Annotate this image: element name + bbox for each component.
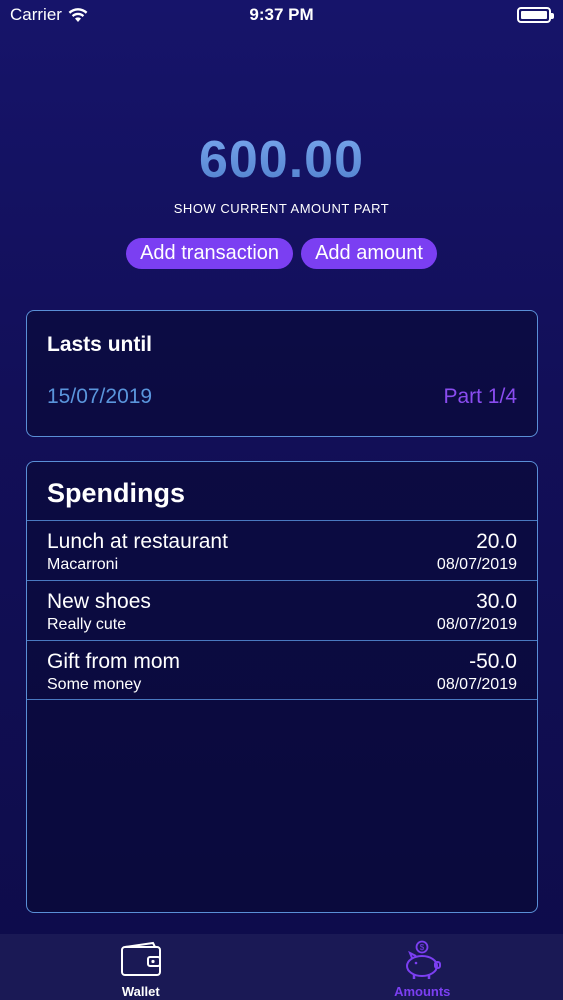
list-item[interactable]: Gift from mom Some money -50.0 08/07/201… (27, 640, 537, 700)
svg-text:$: $ (420, 943, 425, 952)
spending-note: Really cute (47, 616, 127, 633)
spendings-card: Spendings Lunch at restaurant Macarroni … (26, 461, 538, 913)
lasts-until-card: Lasts until 15/07/2019 Part 1/4 (26, 310, 538, 437)
spendings-list: Lunch at restaurant Macarroni 20.0 08/07… (27, 520, 537, 700)
spending-name: Gift from mom (47, 650, 181, 673)
spending-date: 08/07/2019 (436, 676, 517, 693)
spending-name: New shoes (47, 590, 151, 613)
spending-amount: 20.0 (476, 530, 517, 553)
tab-amounts-label: Amounts (394, 984, 451, 999)
spending-date: 08/07/2019 (436, 556, 517, 573)
tab-wallet[interactable]: Wallet (0, 934, 282, 1000)
lasts-until-date: 15/07/2019 (47, 385, 153, 408)
spending-note: Some money (47, 676, 142, 693)
list-item[interactable]: Lunch at restaurant Macarroni 20.0 08/07… (27, 520, 537, 580)
header-actions: Add transaction Add amount (0, 238, 563, 269)
spendings-title: Spendings (47, 478, 186, 508)
part-indicator: Part 1/4 (443, 385, 517, 408)
lasts-until-title: Lasts until (47, 333, 153, 356)
list-item[interactable]: New shoes Really cute 30.0 08/07/2019 (27, 580, 537, 640)
tab-wallet-label: Wallet (121, 984, 160, 999)
add-transaction-button[interactable]: Add transaction (126, 238, 294, 269)
spending-amount: 30.0 (476, 590, 517, 613)
app-screen: Carrier 9:37 PM 600.00 SHOW CURRENT AMOU… (0, 0, 563, 1000)
amount-caption[interactable]: SHOW CURRENT AMOUNT PART (0, 201, 563, 216)
spending-name: Lunch at restaurant (47, 530, 228, 553)
piggy-bank-icon: $ (406, 940, 442, 979)
spending-amount: -50.0 (469, 650, 517, 673)
tab-amounts[interactable]: $ Amounts (282, 934, 563, 1000)
status-time: 9:37 PM (249, 5, 314, 24)
spending-note: Macarroni (47, 556, 119, 573)
current-amount: 600.00 (0, 130, 563, 190)
wallet-icon (120, 941, 161, 976)
tab-bar: Wallet $ Amounts (0, 934, 563, 1000)
add-amount-button[interactable]: Add amount (301, 238, 437, 269)
spending-date: 08/07/2019 (436, 616, 517, 633)
